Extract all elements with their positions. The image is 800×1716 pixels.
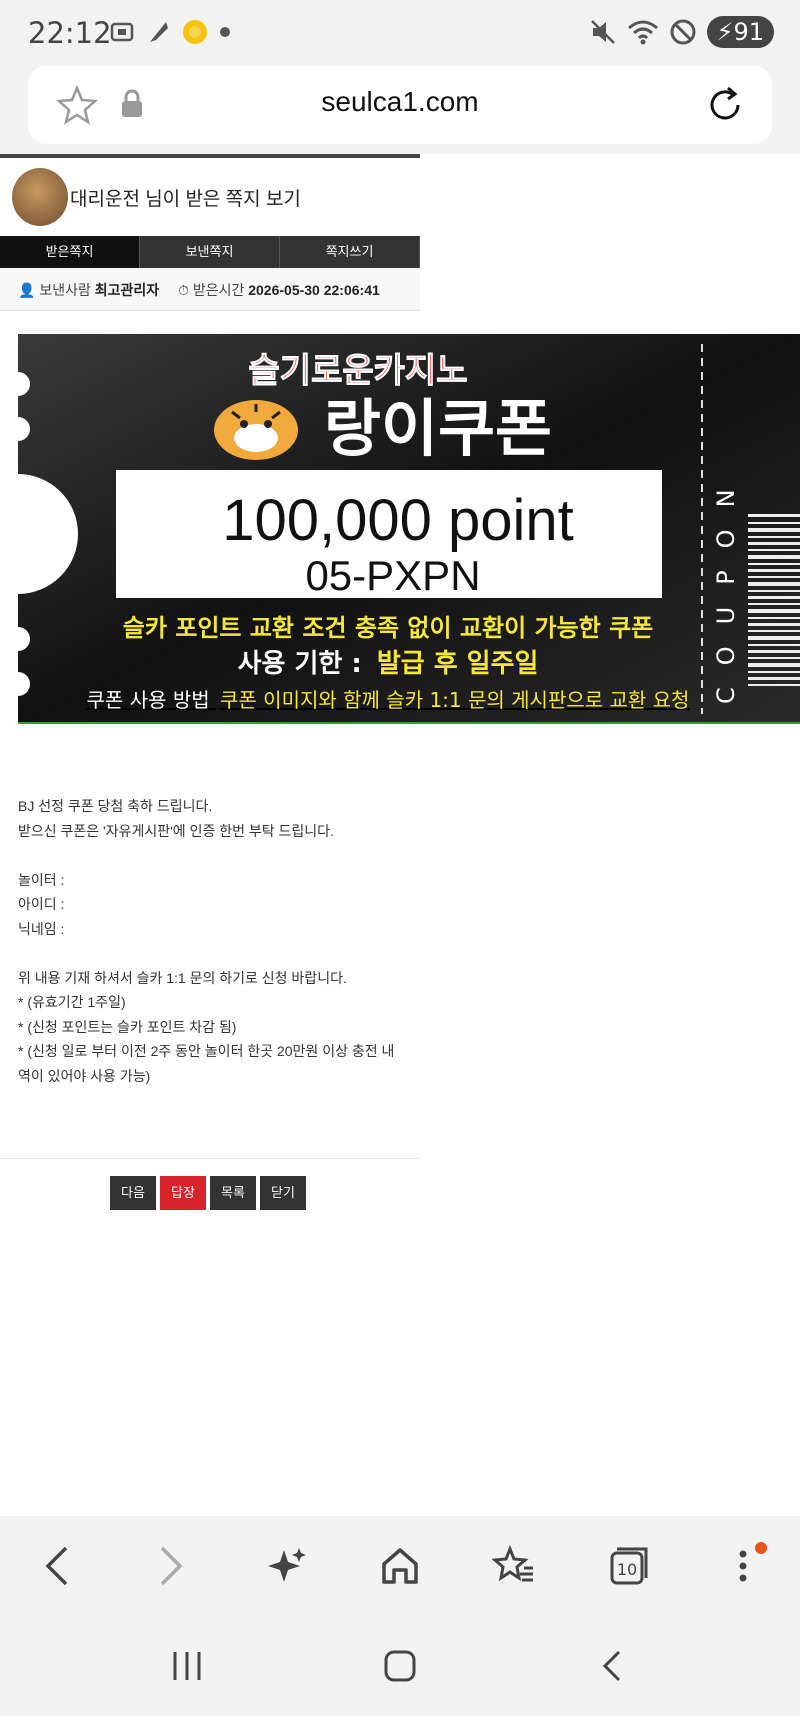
coupon-usage-value: 쿠폰 이미지와 함께 슬카 1:1 문의 게시판으로 교환 요청: [220, 688, 689, 712]
message-line: [18, 941, 398, 966]
svg-text:쿠폰 사용 방법 쿠폰 이미지와 함께 슬카: 쿠폰 사용 방법 쿠폰 이미지와 함께 슬카 1:1 문의 게시판으로 교환 요…: [87, 688, 690, 712]
sparkle-icon: [267, 1548, 306, 1582]
message-line: * (유효기간 1주일): [18, 994, 126, 1010]
user-icon: 👤: [18, 282, 36, 298]
list-button[interactable]: 목록: [210, 1176, 256, 1210]
forward-button[interactable]: [141, 1536, 201, 1596]
status-bar: 22:12 ⚡91: [0, 0, 800, 68]
browser-toolbar: 10: [0, 1516, 800, 1616]
message-line: 아이디 :: [18, 896, 65, 912]
message-line: 놀이터 :: [18, 871, 65, 888]
status-time: 22:12: [28, 16, 112, 50]
message-line: BJ 선정 쿠폰 당첨 축하 드립니다.: [18, 798, 213, 814]
tabs-button[interactable]: 10: [599, 1536, 659, 1596]
battery-indicator: ⚡91: [706, 16, 774, 48]
message-line: [18, 843, 398, 868]
mute-icon: [590, 20, 615, 44]
message-line: 닉네임 :: [18, 920, 65, 937]
coupon-expiry-value: 발급 후 일주일: [377, 649, 539, 679]
coupon-image: 슬기로운카지노 랑이쿠폰 100,000 point 05-PXPN 슬카 포인…: [18, 334, 800, 724]
coupon-usage-label: 쿠폰 사용 방법: [87, 688, 210, 712]
home-nav-icon[interactable]: [380, 1646, 420, 1686]
back-button[interactable]: [27, 1536, 87, 1596]
message-body: BJ 선정 쿠폰 당첨 축하 드립니다. 받으신 쿠폰은 '자유게시판'에 인증…: [18, 794, 398, 1088]
bookmarks-button[interactable]: [484, 1536, 544, 1596]
coupon-side-text: COUPON: [712, 467, 740, 704]
do-not-disturb-icon: [670, 19, 696, 45]
recent-apps-icon[interactable]: [167, 1646, 207, 1686]
back-arrow-icon: [45, 1546, 68, 1586]
svg-text:사용 기한 : 발급 후 일주일: 사용 기한 : 발급 후 일주일: [238, 649, 539, 679]
received-value: 2026-05-30 22:06:41: [248, 282, 380, 298]
message-meta: 👤 보낸사람 최고관리자 ⏱ 받은시간 2026-05-30 22:06:41: [0, 268, 420, 311]
feather-icon: [150, 22, 168, 42]
tabs-count: 10: [616, 1560, 636, 1579]
forward-arrow-icon: [161, 1546, 183, 1586]
sender-label: 보낸사람: [39, 282, 91, 298]
coupon-amount: 100,000 point: [222, 488, 574, 553]
assistant-button[interactable]: [256, 1536, 316, 1596]
tabs-icon: 10: [610, 1547, 648, 1585]
divider: [0, 1158, 420, 1159]
back-nav-icon[interactable]: [593, 1646, 633, 1686]
action-buttons: 다음 답장 목록 닫기: [110, 1176, 306, 1210]
notification-dot: [754, 1542, 767, 1554]
system-nav-bar: [0, 1616, 800, 1716]
tab-received[interactable]: 받은쪽지: [0, 236, 140, 268]
message-line: * (신청 일로 부터 이전 2주 동안 놀이터 한곳 20만원 이상 충전 내…: [18, 1043, 395, 1084]
coin-icon: [183, 20, 207, 44]
message-line: * (신청 포인트는 슬카 포인트 차감 됨): [18, 1018, 237, 1035]
message-line: 위 내용 기재 하셔서 슬카 1:1 문의 하기로 신청 바랍니다.: [18, 969, 347, 986]
home-icon: [382, 1548, 418, 1584]
url-text[interactable]: seulca1.com: [28, 86, 772, 118]
received-label: 받은시간: [192, 282, 245, 298]
bookmarks-icon: [492, 1544, 534, 1582]
web-content: 대리운전 님이 받은 쪽지 보기 받은쪽지 보낸쪽지 쪽지쓰기 👤 보낸사람 최…: [0, 154, 800, 1516]
wifi-icon: [627, 20, 658, 45]
coupon-line1: 슬카 포인트 교환 조건 충족 없이 교환이 가능한 쿠폰: [123, 614, 654, 642]
reload-icon[interactable]: [704, 84, 746, 126]
more-menu-button[interactable]: [713, 1536, 773, 1596]
screenshot-icon: [110, 22, 134, 42]
tab-sent[interactable]: 보낸쪽지: [140, 236, 280, 268]
message-line: 받으신 쿠폰은 '자유게시판'에 인증 한번 부탁 드립니다.: [18, 822, 334, 839]
coupon-brand: 슬기로운카지노: [249, 351, 468, 391]
sender-value: 최고관리자: [94, 282, 160, 298]
tab-write[interactable]: 쪽지쓰기: [280, 236, 420, 268]
next-button[interactable]: 다음: [110, 1176, 156, 1210]
avatar: [12, 168, 68, 226]
more-vertical-icon: [739, 1550, 747, 1582]
coupon-expiry-label: 사용 기한 :: [238, 649, 362, 679]
home-button[interactable]: [370, 1536, 430, 1596]
page-title: 대리운전 님이 받은 쪽지 보기: [70, 189, 301, 210]
coupon-code: 05-PXPN: [305, 552, 480, 599]
clock-icon: ⏱: [178, 282, 189, 298]
address-bar[interactable]: seulca1.com: [28, 66, 772, 144]
close-button[interactable]: 닫기: [260, 1176, 306, 1210]
reply-button[interactable]: 답장: [160, 1176, 206, 1210]
more-dot-icon: [220, 27, 230, 37]
message-tabs: 받은쪽지 보낸쪽지 쪽지쓰기: [0, 236, 420, 268]
coupon-name: 랑이쿠폰: [324, 392, 552, 465]
tiger-icon: [214, 400, 298, 460]
